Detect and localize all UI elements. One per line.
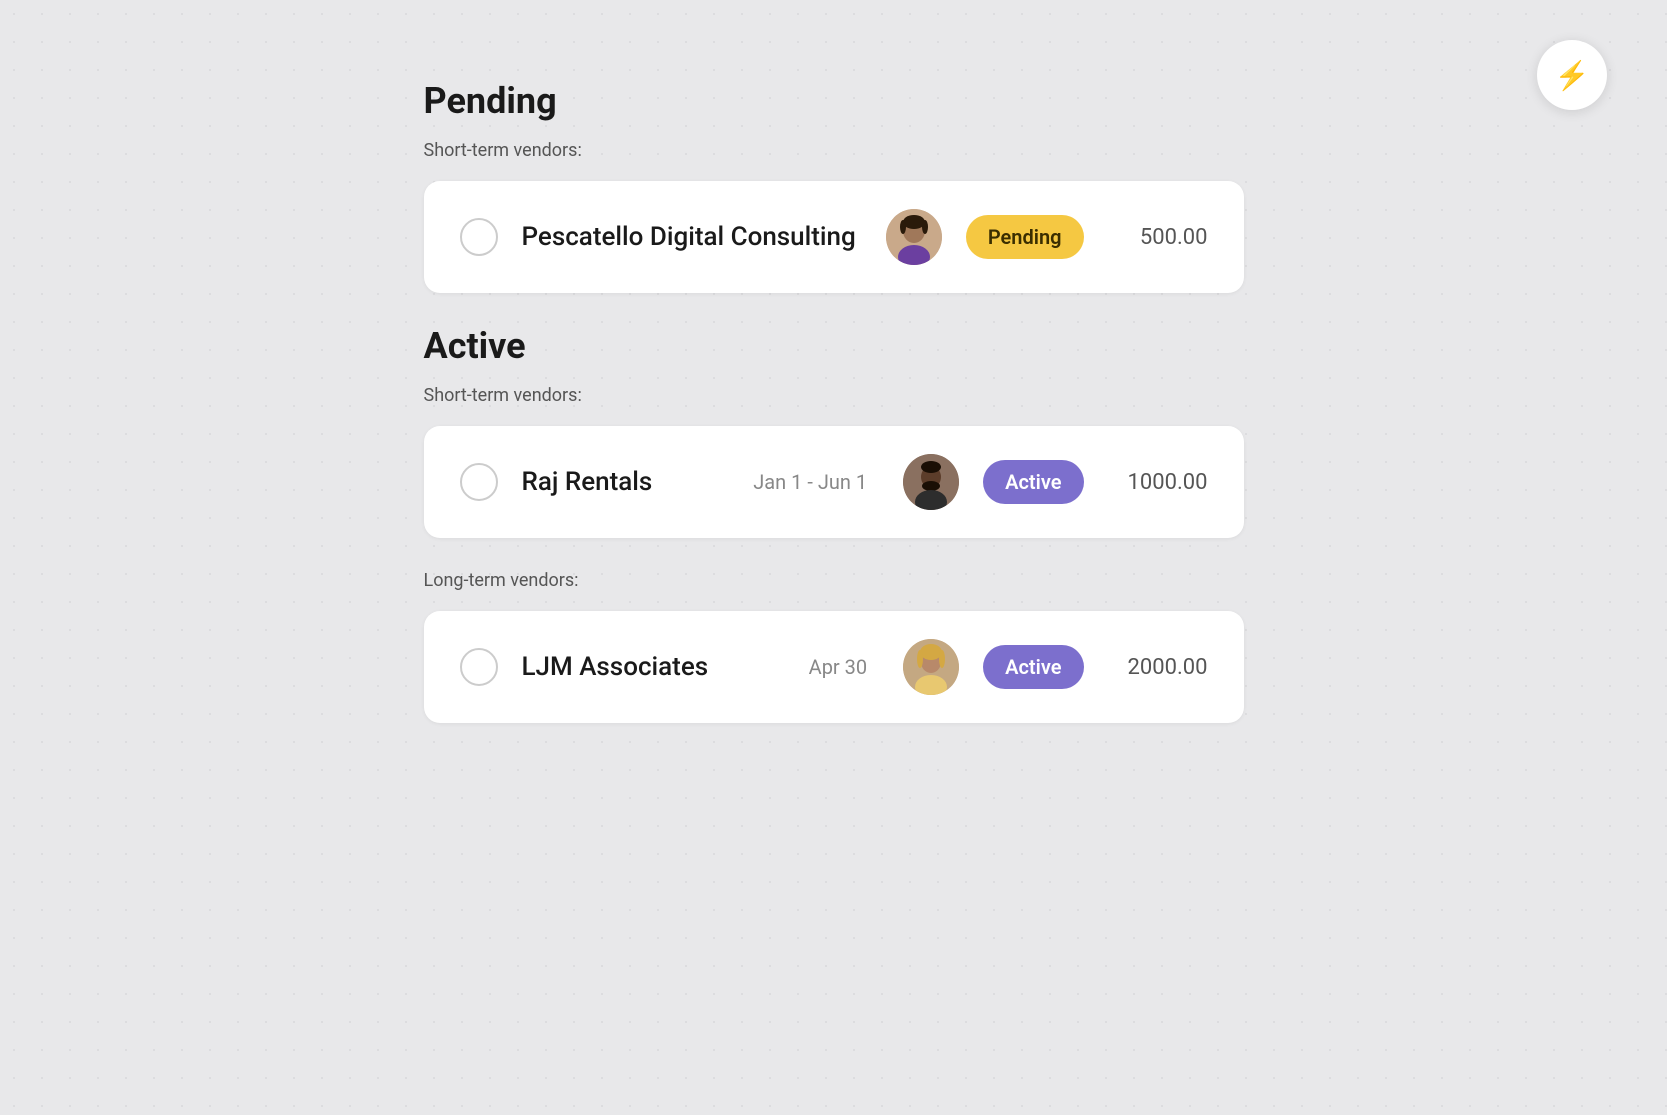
vendor-avatar-raj	[903, 454, 959, 510]
vendor-name-pescatello: Pescatello Digital Consulting	[522, 222, 862, 252]
vendor-amount-pescatello: 500.00	[1108, 225, 1208, 250]
pending-section: Pending Short-term vendors: Pescatello D…	[424, 80, 1244, 293]
vendor-card-ljm: LJM Associates Apr 30 Active 2000.00	[424, 611, 1244, 723]
pending-short-term-label: Short-term vendors:	[424, 140, 1244, 161]
vendor-radio-pescatello[interactable]	[460, 218, 498, 256]
vendor-amount-ljm: 2000.00	[1108, 655, 1208, 680]
vendor-amount-raj: 1000.00	[1108, 470, 1208, 495]
vendor-radio-raj[interactable]	[460, 463, 498, 501]
vendor-status-pescatello: Pending	[966, 215, 1084, 259]
lightning-button[interactable]: ⚡	[1537, 40, 1607, 110]
vendor-status-raj: Active	[983, 460, 1083, 504]
active-section-title: Active	[424, 325, 1244, 367]
active-short-term-label: Short-term vendors:	[424, 385, 1244, 406]
lightning-icon: ⚡	[1555, 59, 1590, 92]
vendor-name-raj: Raj Rentals	[522, 467, 730, 497]
vendor-card-raj: Raj Rentals Jan 1 - Jun 1 Active 1000.00	[424, 426, 1244, 538]
vendor-date-ljm: Apr 30	[809, 655, 868, 679]
pending-section-title: Pending	[424, 80, 1244, 122]
vendor-avatar-pescatello	[886, 209, 942, 265]
vendor-name-ljm: LJM Associates	[522, 652, 785, 682]
vendor-date-raj: Jan 1 - Jun 1	[753, 470, 867, 494]
vendor-card-pescatello: Pescatello Digital Consulting Pending 50…	[424, 181, 1244, 293]
vendor-radio-ljm[interactable]	[460, 648, 498, 686]
active-section: Active Short-term vendors: Raj Rentals J…	[424, 325, 1244, 723]
vendor-status-ljm: Active	[983, 645, 1083, 689]
main-content: Pending Short-term vendors: Pescatello D…	[284, 0, 1384, 827]
active-long-term-label: Long-term vendors:	[424, 570, 1244, 591]
vendor-avatar-ljm	[903, 639, 959, 695]
